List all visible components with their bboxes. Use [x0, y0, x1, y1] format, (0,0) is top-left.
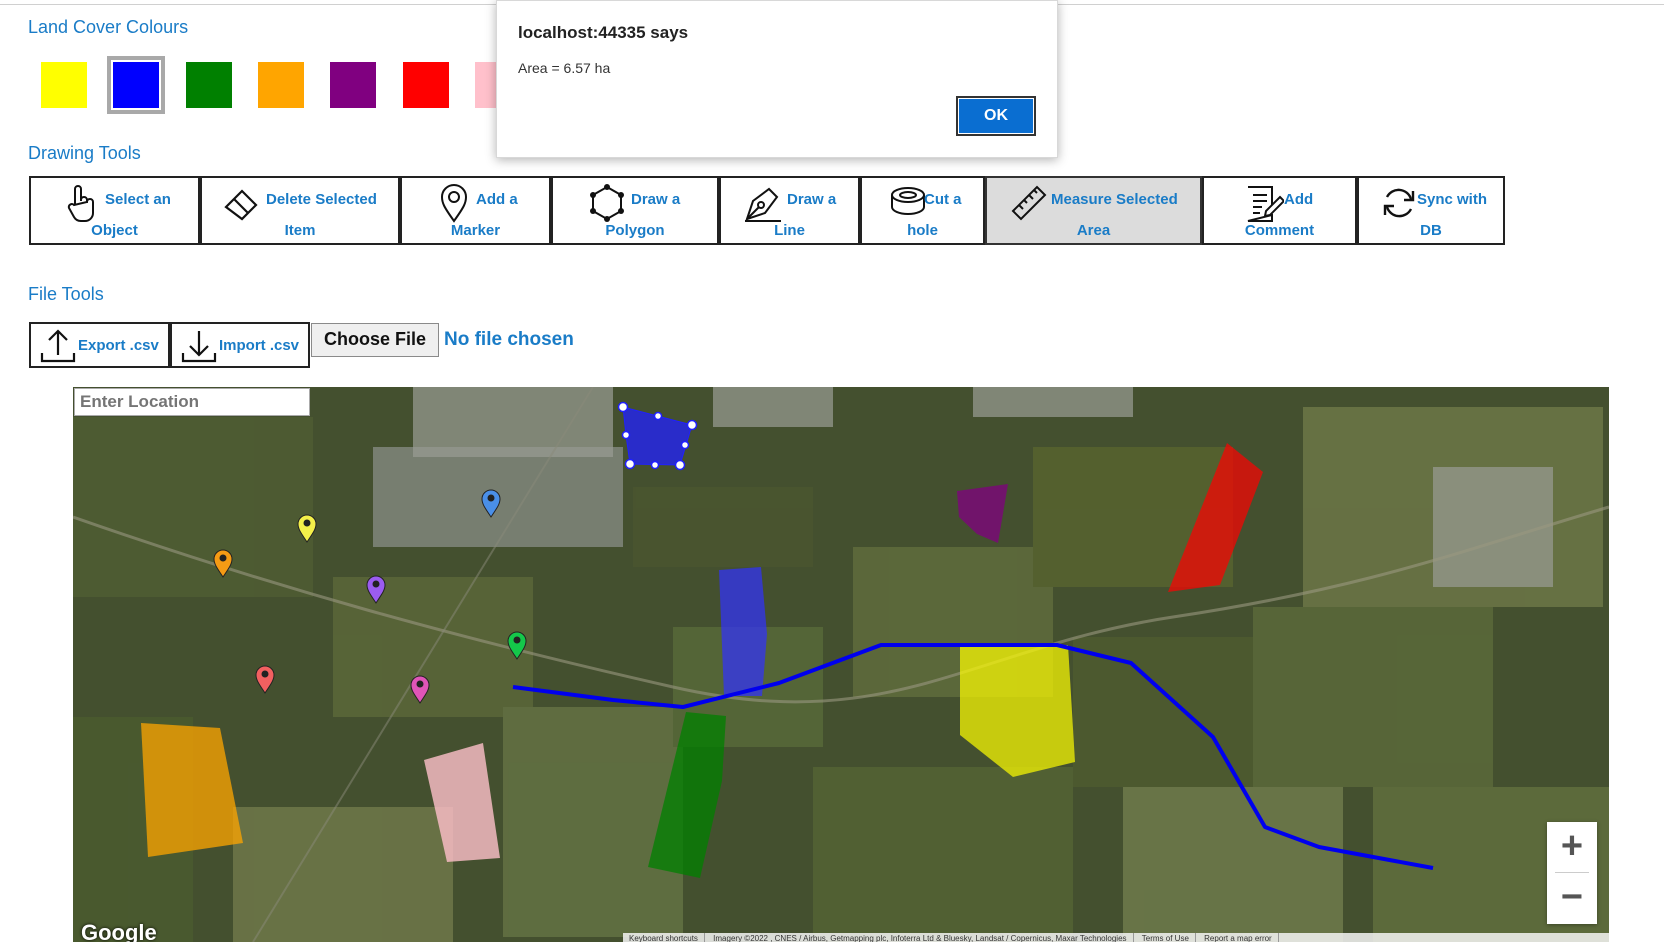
- imagery-credit: Imagery ©2022 , CNES / Airbus, Getmappin…: [707, 933, 1134, 942]
- alert-dialog: localhost:44335 says Area = 6.57 ha OK: [496, 0, 1058, 158]
- sync-icon: [1383, 188, 1415, 218]
- add-marker-button[interactable]: Add a Marker: [400, 176, 551, 245]
- map-pin-icon: [440, 184, 468, 223]
- zoom-out-button[interactable]: −: [1547, 873, 1597, 923]
- measure-area-label: Measure Selected: [1051, 191, 1178, 208]
- cut-hole-button[interactable]: Cut a hole: [860, 176, 985, 245]
- zoom-control: + −: [1547, 822, 1597, 924]
- swatch-orange[interactable]: [258, 62, 304, 108]
- ring-hole-icon: [891, 187, 925, 215]
- add-comment-label-2: Comment: [1244, 222, 1315, 239]
- draw-polygon-label-2: Polygon: [605, 222, 665, 239]
- add-comment-label: Add: [1284, 191, 1314, 208]
- cut-hole-label: Cut a: [924, 191, 962, 208]
- file-tools-title: File Tools: [28, 284, 104, 304]
- download-icon: [181, 331, 217, 363]
- add-marker-label: Add a: [476, 191, 518, 208]
- hand-pointer-icon: [67, 185, 94, 223]
- report-error-link[interactable]: Report a map error: [1198, 933, 1279, 942]
- sync-db-button[interactable]: Sync with DB: [1357, 176, 1505, 245]
- dialog-title: localhost:44335 says: [518, 23, 689, 42]
- delete-selected-button[interactable]: Delete Selected Item: [200, 176, 400, 245]
- ok-button[interactable]: OK: [956, 96, 1036, 136]
- map-view[interactable]: + − Google Keyboard shortcuts Imagery ©2…: [73, 387, 1609, 942]
- blue-polygon-field: [719, 567, 767, 696]
- swatch-blue[interactable]: [107, 56, 165, 114]
- cut-hole-label-2: hole: [907, 222, 938, 239]
- satellite-map: [73, 387, 1609, 942]
- add-marker-label-2: Marker: [450, 222, 501, 239]
- export-csv-label: Export .csv: [78, 337, 159, 354]
- swatch-purple[interactable]: [330, 62, 376, 108]
- land-cover-title: Land Cover Colours: [28, 17, 189, 37]
- select-object-label: Select an: [105, 191, 171, 208]
- import-csv-label: Import .csv: [219, 337, 300, 354]
- sync-db-label-2: DB: [1420, 222, 1442, 239]
- export-csv-button[interactable]: Export .csv: [29, 322, 170, 368]
- draw-polygon-button[interactable]: Draw a Polygon: [551, 176, 719, 245]
- add-comment-button[interactable]: Add Comment: [1202, 176, 1357, 245]
- no-file-status: No file chosen: [444, 329, 574, 350]
- note-edit-icon: [1247, 186, 1284, 222]
- select-object-label-2: Object: [91, 222, 138, 239]
- draw-line-label-2: Line: [774, 222, 805, 239]
- drawing-tools-title: Drawing Tools: [28, 143, 141, 163]
- swatch-green[interactable]: [186, 62, 232, 108]
- keyboard-shortcuts-link[interactable]: Keyboard shortcuts: [623, 933, 705, 942]
- measure-area-label-2: Area: [1076, 222, 1111, 239]
- delete-selected-label: Delete Selected: [266, 191, 377, 208]
- draw-line-button[interactable]: Draw a Line: [719, 176, 860, 245]
- delete-selected-label-2: Item: [284, 222, 316, 239]
- polygon-icon: [590, 184, 624, 222]
- sync-db-label: Sync with: [1417, 191, 1488, 208]
- ruler-icon: [1011, 185, 1047, 221]
- pen-nib-icon: [745, 187, 781, 222]
- eraser-icon: [224, 189, 258, 221]
- swatch-red[interactable]: [403, 62, 449, 108]
- upload-icon: [40, 329, 76, 363]
- google-logo: Google: [81, 920, 157, 942]
- terms-link[interactable]: Terms of Use: [1136, 933, 1196, 942]
- dialog-message: Area = 6.57 ha: [518, 60, 611, 76]
- map-attribution: Keyboard shortcuts Imagery ©2022 , CNES …: [623, 933, 1609, 942]
- choose-file-button[interactable]: Choose File: [311, 323, 439, 357]
- import-csv-button[interactable]: Import .csv: [170, 322, 310, 368]
- draw-line-label: Draw a: [787, 191, 837, 208]
- location-search-input[interactable]: [74, 388, 310, 416]
- measure-area-button[interactable]: Measure Selected Area: [985, 176, 1202, 245]
- select-object-button[interactable]: Select an Object: [29, 176, 200, 245]
- draw-polygon-label: Draw a: [631, 191, 681, 208]
- zoom-in-button[interactable]: +: [1547, 822, 1597, 872]
- swatch-yellow[interactable]: [41, 62, 87, 108]
